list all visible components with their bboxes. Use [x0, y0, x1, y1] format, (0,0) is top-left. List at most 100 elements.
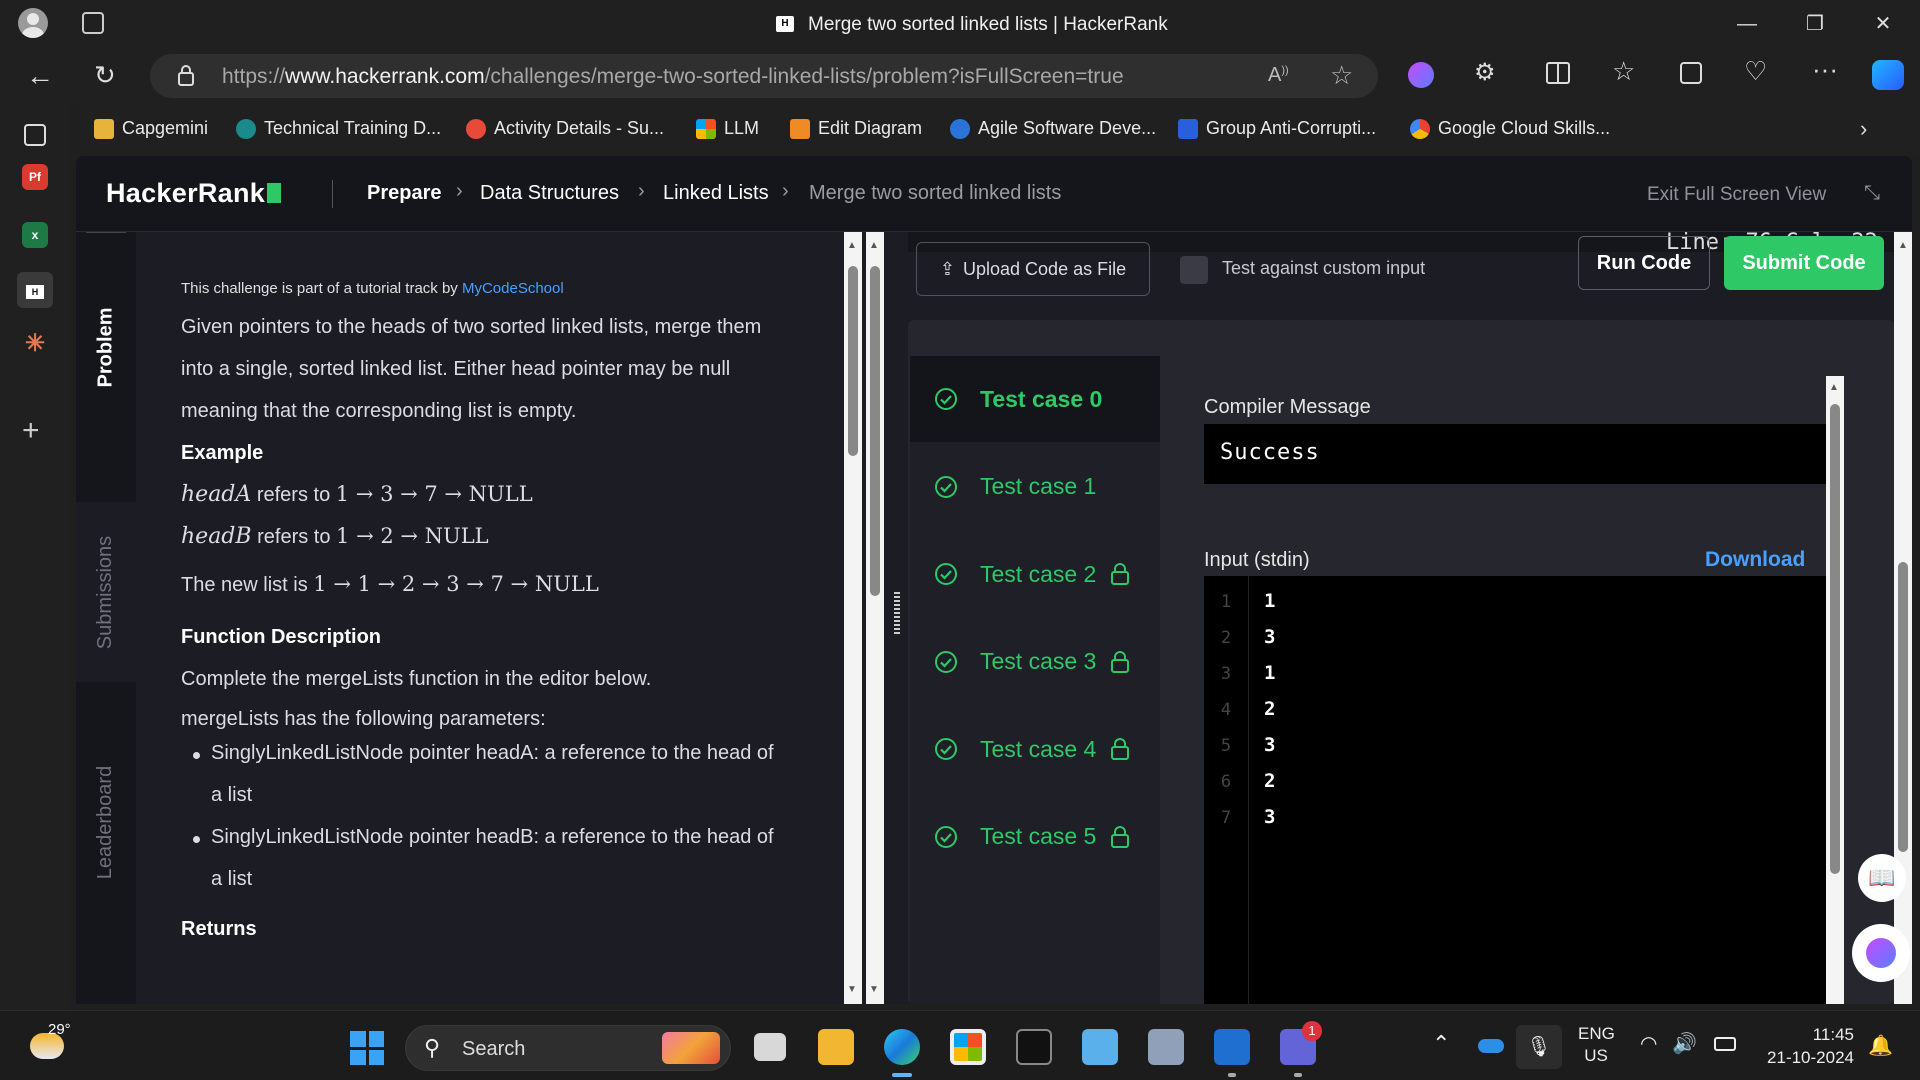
- test-case-item[interactable]: Test case 3: [910, 619, 1160, 705]
- hackerrank-logo[interactable]: HackerRank: [106, 178, 282, 209]
- results-scrollbar[interactable]: ▲: [1826, 376, 1844, 1004]
- test-case-item[interactable]: Test case 4: [910, 706, 1160, 792]
- check-circle-icon: [935, 825, 957, 848]
- notepad-icon[interactable]: [1082, 1029, 1118, 1065]
- extensions-icon[interactable]: ⚙: [1474, 58, 1496, 87]
- test-case-label: Test case 5: [980, 823, 1097, 849]
- submit-code-button[interactable]: Submit Code: [1724, 236, 1884, 290]
- scroll-thumb[interactable]: [1898, 562, 1908, 852]
- taskbar-search[interactable]: ⚲ Search: [405, 1025, 731, 1071]
- bookmark-edit-diagram[interactable]: Edit Diagram: [790, 118, 922, 139]
- exit-fullscreen-link[interactable]: Exit Full Screen View: [1647, 184, 1826, 206]
- file-explorer-icon[interactable]: [818, 1029, 854, 1065]
- folder-icon: [94, 118, 114, 139]
- bookmark-google-cloud[interactable]: Google Cloud Skills...: [1410, 118, 1610, 139]
- copilot-brain-icon[interactable]: [1408, 62, 1434, 88]
- tab-actions-icon[interactable]: [24, 124, 46, 146]
- scroll-down-arrow[interactable]: ▼: [847, 984, 857, 995]
- wifi-icon[interactable]: ◠: [1640, 1031, 1657, 1056]
- custom-input-checkbox[interactable]: [1180, 256, 1208, 284]
- bookmark-capgemini[interactable]: Capgemini: [94, 118, 208, 139]
- breadcrumb-data-structures[interactable]: Data Structures: [480, 182, 619, 205]
- scroll-up-arrow[interactable]: ▲: [1829, 382, 1839, 393]
- scroll-up-arrow[interactable]: ▲: [869, 240, 879, 251]
- collapse-icon[interactable]: ⤡: [1864, 182, 1888, 206]
- test-case-item[interactable]: Test case 0: [910, 356, 1160, 442]
- check-circle-icon: [935, 650, 957, 673]
- favorite-star-icon[interactable]: ☆: [1330, 60, 1353, 91]
- scroll-up-arrow[interactable]: ▲: [847, 240, 857, 251]
- minimize-button[interactable]: —: [1732, 10, 1762, 38]
- tab-leaderboard[interactable]: Leaderboard: [76, 722, 136, 922]
- breadcrumb-separator: ›: [782, 180, 789, 202]
- reader-mode-button[interactable]: 📖: [1858, 854, 1906, 902]
- calculator-icon[interactable]: [1148, 1029, 1184, 1065]
- tab-problem[interactable]: Problem: [76, 272, 136, 422]
- mic-muted-icon[interactable]: 🎙: [1516, 1025, 1562, 1069]
- line-number: 2: [1220, 628, 1232, 648]
- restore-button[interactable]: ❐: [1800, 10, 1830, 38]
- upload-code-button[interactable]: ⇪ Upload Code as File: [916, 242, 1150, 296]
- splitter-scrollbar[interactable]: ▲ ▼: [866, 232, 884, 1004]
- custom-input-label[interactable]: Test against custom input: [1222, 258, 1425, 279]
- collections-icon[interactable]: [1680, 62, 1702, 84]
- bookmark-technical-training[interactable]: Technical Training D...: [236, 118, 441, 139]
- back-icon[interactable]: ←: [26, 60, 54, 92]
- language-indicator[interactable]: ENG US: [1578, 1023, 1615, 1067]
- stdin-box: 1 1 2 3 3 1 4 2 5 3 6 2 7 3: [1204, 576, 1826, 1004]
- mycodeschool-link[interactable]: MyCodeSchool: [462, 280, 564, 297]
- example-heading: Example: [181, 442, 264, 464]
- task-view-icon[interactable]: [754, 1033, 786, 1061]
- bookmark-agile[interactable]: Agile Software Deve...: [950, 118, 1156, 139]
- run-code-button[interactable]: Run Code: [1578, 236, 1710, 290]
- copilot-floating-button[interactable]: [1852, 924, 1910, 982]
- hackerrank-sidebar-icon[interactable]: H: [17, 272, 53, 308]
- test-case-item[interactable]: Test case 1: [910, 444, 1160, 530]
- address-row: ← ↻ https://www.hackerrank.com/challenge…: [0, 48, 1920, 104]
- clock[interactable]: 11:45 21-10-2024: [1760, 1023, 1854, 1069]
- address-bar[interactable]: https://www.hackerrank.com/challenges/me…: [150, 54, 1378, 98]
- breadcrumb-linked-lists[interactable]: Linked Lists: [663, 182, 769, 205]
- claude-icon[interactable]: ✳: [17, 326, 53, 362]
- problem-scrollbar[interactable]: ▲ ▼: [844, 232, 862, 1004]
- copilot-icon[interactable]: [1872, 60, 1904, 90]
- chevron-up-icon[interactable]: ⌃: [1432, 1031, 1450, 1057]
- favorites-icon[interactable]: ☆: [1612, 56, 1635, 87]
- start-button[interactable]: [350, 1031, 384, 1065]
- scroll-thumb[interactable]: [848, 266, 858, 456]
- more-menu-icon[interactable]: ···: [1812, 54, 1838, 85]
- download-link[interactable]: Download: [1705, 548, 1805, 572]
- search-highlight-icon: [662, 1032, 720, 1064]
- onedrive-icon[interactable]: [1478, 1039, 1504, 1053]
- volume-icon[interactable]: 🔊: [1672, 1031, 1697, 1056]
- bookmark-activity-details[interactable]: Activity Details - Su...: [466, 118, 664, 139]
- workspaces-icon[interactable]: [82, 12, 104, 34]
- terminal-icon[interactable]: [1016, 1029, 1052, 1065]
- scroll-up-arrow[interactable]: ▲: [1898, 240, 1908, 251]
- split-screen-icon[interactable]: [1546, 62, 1570, 84]
- chevron-right-icon[interactable]: ›: [1860, 116, 1867, 142]
- pf-app-icon[interactable]: Pf: [22, 164, 48, 190]
- outlook-icon[interactable]: [1214, 1029, 1250, 1065]
- bookmark-anti-corruption[interactable]: Group Anti-Corrupti...: [1178, 118, 1376, 139]
- bookmark-llm[interactable]: LLM: [696, 118, 759, 139]
- scroll-thumb[interactable]: [870, 266, 880, 596]
- close-button[interactable]: ✕: [1868, 10, 1898, 38]
- scroll-down-arrow[interactable]: ▼: [869, 984, 879, 995]
- store-icon[interactable]: [950, 1029, 986, 1065]
- add-sidebar-icon[interactable]: +: [22, 414, 40, 448]
- scroll-thumb[interactable]: [1830, 404, 1840, 874]
- test-case-item[interactable]: Test case 2: [910, 531, 1160, 617]
- read-aloud-icon[interactable]: A)): [1268, 64, 1289, 87]
- tab-submissions[interactable]: Submissions: [76, 502, 136, 682]
- edge-browser-icon[interactable]: [884, 1029, 920, 1065]
- excel-icon[interactable]: x: [22, 222, 48, 248]
- refresh-icon[interactable]: ↻: [94, 60, 116, 91]
- test-case-item[interactable]: Test case 5: [910, 794, 1160, 880]
- notification-bell-icon[interactable]: 🔔: [1868, 1033, 1893, 1058]
- browser-essentials-icon[interactable]: ♡: [1744, 56, 1767, 87]
- profile-avatar[interactable]: [18, 8, 48, 38]
- battery-icon[interactable]: [1714, 1037, 1736, 1051]
- breadcrumb-prepare[interactable]: Prepare: [367, 182, 442, 205]
- panel-resize-handle[interactable]: [894, 592, 900, 636]
